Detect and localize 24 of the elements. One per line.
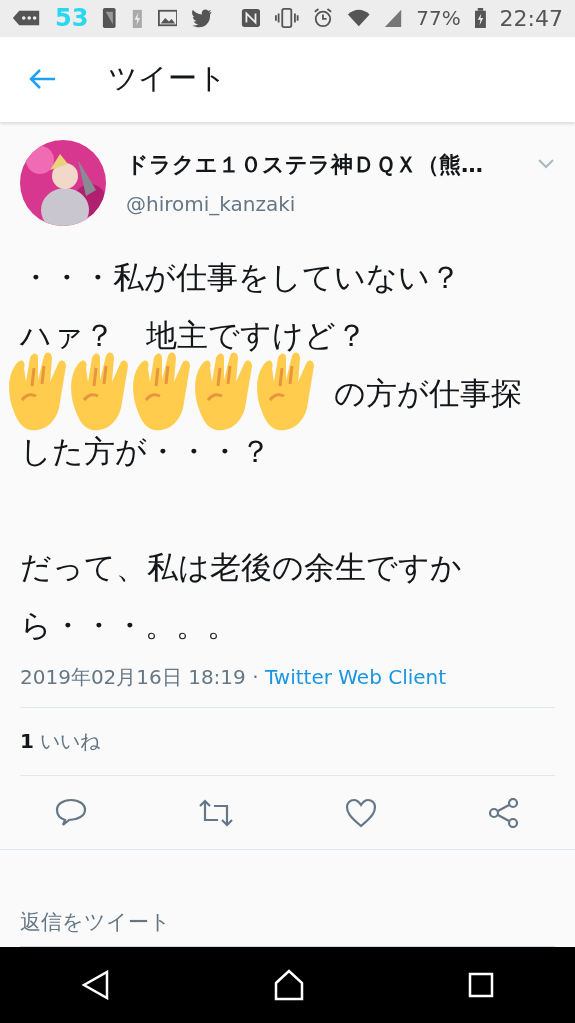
clock: 22:47 (499, 5, 563, 31)
bird-icon (191, 8, 214, 29)
tweet-text: の方が仕事探 (334, 373, 522, 413)
back-arrow-icon[interactable] (28, 68, 56, 91)
alarm-icon (312, 7, 333, 30)
recent-apps-icon[interactable] (467, 972, 494, 999)
tweet-text: だって、私は老後の余生ですか (20, 547, 462, 587)
home-icon[interactable] (273, 969, 306, 1002)
vibrate-icon (275, 7, 299, 30)
tweet-text: した方が・・・？ (20, 431, 271, 471)
page-title: ツイート (108, 60, 227, 98)
image-icon (157, 8, 178, 29)
tweet-text: ハァ？ 地主ですけど？ (20, 315, 367, 355)
notification-count: 53 (55, 4, 89, 33)
display-name[interactable]: ドラクエ１０ステラ神ＤＱＸ（熊… (126, 149, 517, 180)
tweet-text: ら・・・。。。 (20, 605, 238, 645)
user-handle[interactable]: @hiromi_kanzaki (126, 191, 517, 216)
nfc-icon (241, 7, 262, 30)
tweet-timestamp: 2019年02月16日 18:19 · (20, 664, 260, 689)
battery-icon (474, 7, 486, 30)
battery-percentage: 77% (416, 6, 461, 31)
phone-icon (102, 6, 117, 31)
tweet-text: ・・・私が仕事をしていない？ (20, 257, 461, 297)
like-count[interactable]: 1 いいね (20, 728, 101, 753)
